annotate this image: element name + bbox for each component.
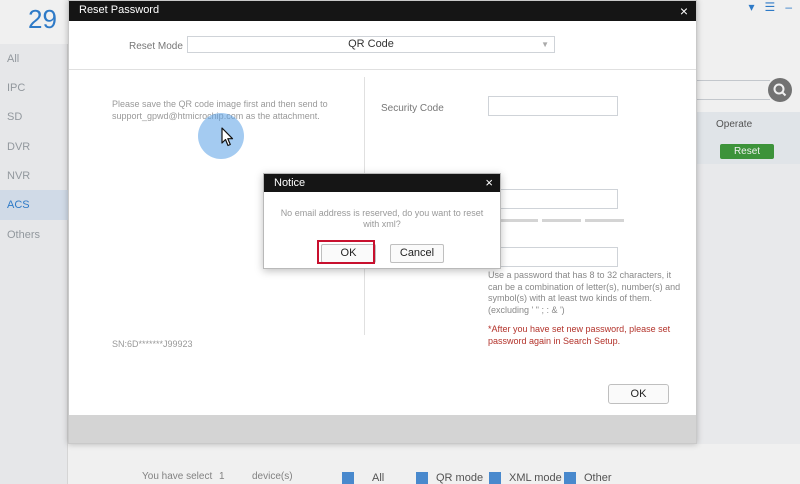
notice-titlebar: Notice × [264,174,500,192]
password-hint: Use a password that has 8 to 32 characte… [488,270,681,315]
divider [69,69,696,70]
reset-mode-label: Reset Mode [129,41,183,52]
reset-mode-select[interactable]: QR Code ▼ [187,36,555,53]
strength-segment-strong [585,219,624,222]
notice-cancel-button[interactable]: Cancel [390,244,444,263]
notice-title: Notice [274,177,306,189]
notice-dialog: Notice × No email address is reserved, d… [263,173,501,269]
chevron-down-icon: ▼ [541,40,549,49]
security-code-input[interactable] [488,96,618,116]
reset-mode-value: QR Code [348,38,394,50]
serial-number: SN:6D*******J99923 [112,339,193,349]
new-password-input[interactable] [488,189,618,209]
mouse-pointer-icon [221,127,234,147]
confirm-password-input[interactable] [488,247,618,267]
dialog-title: Reset Password [79,4,160,16]
password-warning: *After you have set new password, please… [488,324,671,346]
notice-message: No email address is reserved, do you wan… [280,208,484,229]
security-code-label: Security Code [381,103,444,114]
password-strength-bar [499,219,624,222]
notice-ok-button[interactable]: OK [321,244,376,263]
dialog-footer [69,415,696,443]
reset-ok-button[interactable]: OK [608,384,669,404]
dialog-titlebar: Reset Password × [69,1,696,21]
close-icon[interactable]: × [680,2,688,20]
close-icon[interactable]: × [485,174,493,192]
strength-segment-medium [542,219,581,222]
strength-segment-weak [499,219,538,222]
